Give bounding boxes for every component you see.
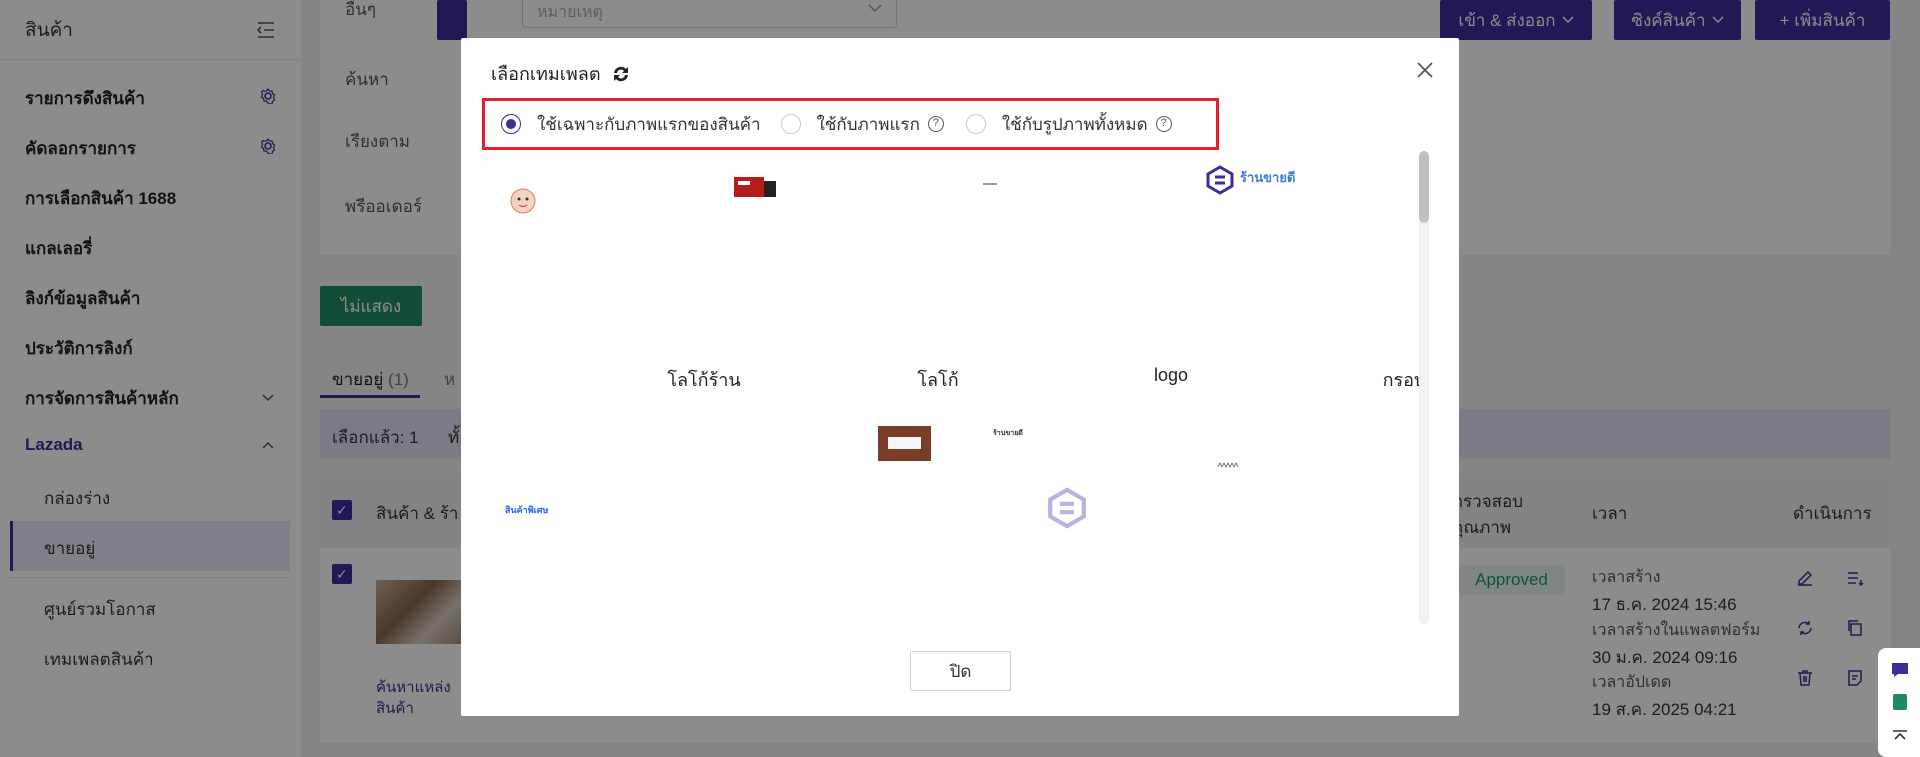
radio-all-images-label[interactable]: ใช้กับรูปภาพทั้งหมด bbox=[1002, 111, 1148, 138]
refresh-icon[interactable] bbox=[609, 62, 633, 86]
template-select-dialog: เลือกเทมเพลต ใช้เฉพาะกับภาพแรกของสินค้า … bbox=[461, 38, 1459, 716]
template-card-barcode[interactable] bbox=[878, 426, 931, 461]
floating-toolbar bbox=[1878, 648, 1920, 757]
template-label-logo-en[interactable]: logo bbox=[1071, 365, 1271, 386]
back-to-top-icon[interactable] bbox=[1890, 728, 1910, 748]
brand-logo-icon bbox=[1206, 165, 1234, 195]
radio-first-image-only-label[interactable]: ใช้เฉพาะกับภาพแรกของสินค้า bbox=[537, 111, 761, 138]
radio-all-images[interactable] bbox=[965, 114, 986, 134]
barcode-label bbox=[888, 437, 921, 449]
template-card-shop-logo[interactable] bbox=[501, 153, 701, 318]
help-icon[interactable]: ? bbox=[927, 116, 944, 132]
apply-option-group: ใช้เฉพาะกับภาพแรกของสินค้า ใช้กับภาพแรก … bbox=[501, 112, 1194, 136]
help-icon[interactable]: ? bbox=[1155, 116, 1172, 132]
mascot-logo-icon bbox=[510, 188, 536, 214]
book-icon[interactable] bbox=[1890, 692, 1910, 712]
template-label-logo[interactable]: โลโก้ bbox=[838, 365, 1038, 394]
tiny-text-mark bbox=[983, 183, 997, 185]
template-card-frame[interactable]: ร้านขายดี bbox=[1206, 153, 1406, 318]
shop-small-text: ร้านขายดี bbox=[993, 430, 1023, 437]
template-card-special[interactable]: สินค้าพิเศษ bbox=[501, 418, 701, 608]
scrollbar-thumb[interactable] bbox=[1419, 151, 1429, 223]
dialog-title: เลือกเทมเพลต bbox=[491, 59, 633, 88]
template-card-logo-en[interactable] bbox=[981, 153, 1181, 318]
template-label-frame[interactable]: กรอบ bbox=[1304, 365, 1504, 394]
close-icon[interactable] bbox=[1415, 60, 1435, 80]
zigzag-border-icon bbox=[1218, 462, 1239, 468]
special-text: สินค้าพิเศษ bbox=[505, 505, 549, 515]
product-box-icon bbox=[734, 177, 776, 197]
radio-first-image-only[interactable] bbox=[501, 114, 521, 134]
close-dialog-button[interactable]: ปิด bbox=[910, 651, 1011, 691]
template-card-zigzag[interactable] bbox=[1216, 458, 1416, 608]
radio-first-image-label[interactable]: ใช้กับภาพแรก bbox=[817, 111, 920, 138]
watermark-logo-icon bbox=[1048, 487, 1086, 529]
chat-icon[interactable] bbox=[1890, 660, 1910, 680]
template-label-shop-logo[interactable]: โลโก้ร้าน bbox=[604, 365, 804, 394]
radio-first-image[interactable] bbox=[780, 114, 801, 134]
brand-text: ร้านขายดี bbox=[1240, 170, 1296, 185]
template-card-watermark[interactable]: ร้านขายดี bbox=[991, 423, 1191, 613]
template-card-logo[interactable] bbox=[731, 153, 931, 318]
dialog-title-text: เลือกเทมเพลต bbox=[491, 64, 601, 84]
